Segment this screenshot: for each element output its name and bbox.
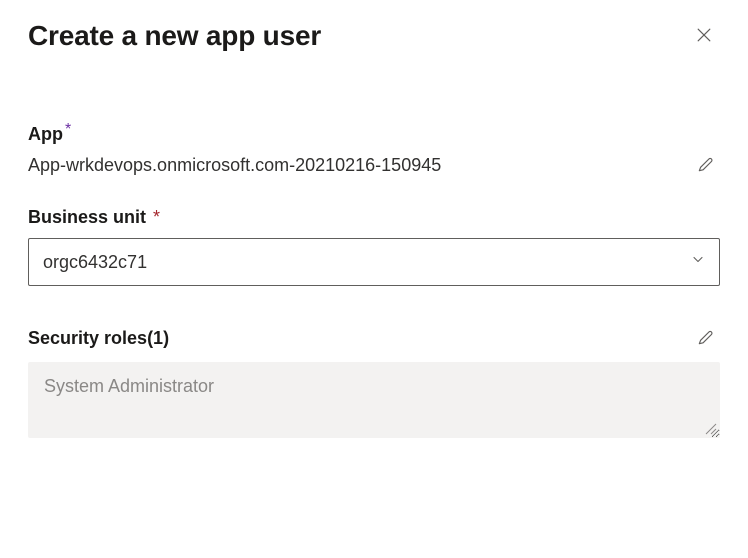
app-label: App* bbox=[28, 124, 720, 145]
business-unit-label-text: Business unit bbox=[28, 207, 146, 227]
app-label-text: App bbox=[28, 124, 63, 144]
security-roles-label: Security roles(1) bbox=[28, 328, 169, 349]
security-roles-count: (1) bbox=[147, 328, 169, 348]
security-roles-box-wrap: System Administrator bbox=[28, 362, 720, 438]
pencil-icon bbox=[696, 154, 716, 177]
app-value-row: App-wrkdevops.onmicrosoft.com-20210216-1… bbox=[28, 151, 720, 179]
edit-security-roles-button[interactable] bbox=[692, 324, 720, 352]
create-app-user-panel: Create a new app user App* App-wrkdevops… bbox=[0, 0, 748, 466]
required-indicator: * bbox=[65, 121, 71, 138]
security-roles-header: Security roles(1) bbox=[28, 324, 720, 352]
security-roles-box[interactable]: System Administrator bbox=[28, 362, 720, 438]
business-unit-label: Business unit * bbox=[28, 207, 720, 228]
app-field: App* App-wrkdevops.onmicrosoft.com-20210… bbox=[28, 124, 720, 179]
business-unit-field: Business unit * bbox=[28, 207, 720, 286]
pencil-icon bbox=[696, 327, 716, 350]
business-unit-select[interactable] bbox=[28, 238, 720, 286]
panel-title: Create a new app user bbox=[28, 20, 321, 52]
edit-app-button[interactable] bbox=[692, 151, 720, 179]
close-icon bbox=[694, 25, 714, 48]
business-unit-select-wrap bbox=[28, 238, 720, 286]
app-value: App-wrkdevops.onmicrosoft.com-20210216-1… bbox=[28, 155, 441, 176]
security-roles-label-text: Security roles bbox=[28, 328, 147, 348]
required-indicator: * bbox=[153, 207, 160, 227]
panel-header: Create a new app user bbox=[28, 20, 720, 52]
security-role-item: System Administrator bbox=[44, 376, 214, 396]
close-button[interactable] bbox=[688, 20, 720, 52]
